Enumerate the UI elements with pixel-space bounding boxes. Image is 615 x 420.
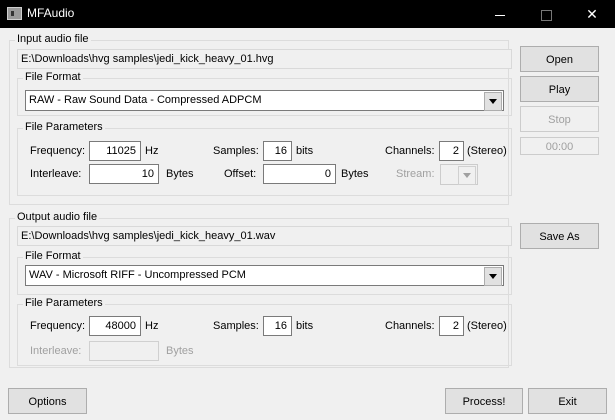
output-format-select[interactable]: WAV - Microsoft RIFF - Uncompressed PCM — [25, 265, 504, 286]
input-offset-unit: Bytes — [341, 168, 369, 180]
input-params-group — [17, 128, 512, 196]
maximize-button[interactable] — [523, 0, 569, 28]
input-stream-select — [440, 164, 478, 185]
open-button[interactable]: Open — [520, 46, 599, 72]
input-channels-field[interactable]: 2 — [439, 141, 464, 161]
output-channels-label: Channels: — [385, 320, 435, 332]
input-format-group-label: File Format — [23, 71, 83, 83]
play-button[interactable]: Play — [520, 76, 599, 102]
output-format-value: WAV - Microsoft RIFF - Uncompressed PCM — [29, 269, 246, 281]
stop-button: Stop — [520, 106, 599, 132]
options-button[interactable]: Options — [8, 388, 87, 414]
window-title: MFAudio — [27, 6, 75, 20]
close-icon: ✕ — [586, 6, 598, 22]
output-samples-label: Samples: — [213, 320, 259, 332]
output-audio-group-label: Output audio file — [15, 211, 100, 223]
app-icon — [7, 7, 22, 20]
input-frequency-unit: Hz — [145, 145, 159, 157]
input-interleave-field[interactable]: 10 — [89, 164, 159, 184]
output-interleave-field — [89, 341, 159, 361]
maximize-icon — [540, 9, 552, 21]
close-button[interactable]: ✕ — [569, 0, 615, 28]
output-frequency-unit: Hz — [145, 320, 159, 332]
output-format-group-label: File Format — [23, 250, 83, 262]
output-channels-note: (Stereo) — [467, 320, 507, 332]
save-as-button[interactable]: Save As — [520, 223, 599, 249]
output-params-group-label: File Parameters — [23, 297, 105, 309]
input-frequency-field[interactable]: 11025 — [89, 141, 141, 161]
input-samples-unit: bits — [296, 145, 314, 157]
output-path-field: E:\Downloads\hvg samples\jedi_kick_heavy… — [17, 226, 512, 246]
input-samples-label: Samples: — [213, 145, 259, 157]
input-frequency-label: Frequency: — [30, 145, 86, 157]
exit-button[interactable]: Exit — [528, 388, 607, 414]
input-stream-label: Stream: — [396, 168, 435, 180]
output-samples-unit: bits — [296, 320, 314, 332]
input-interleave-label: Interleave: — [30, 168, 82, 180]
output-channels-field[interactable]: 2 — [439, 316, 464, 336]
chevron-down-icon — [458, 166, 476, 185]
output-interleave-unit: Bytes — [166, 345, 194, 357]
input-params-group-label: File Parameters — [23, 121, 105, 133]
minimize-icon — [495, 14, 505, 16]
chevron-down-icon[interactable] — [484, 92, 502, 111]
title-bar[interactable]: MFAudio ✕ — [0, 0, 615, 28]
input-channels-label: Channels: — [385, 145, 435, 157]
minimize-button[interactable] — [477, 0, 523, 28]
input-offset-label: Offset: — [224, 168, 257, 180]
input-path-field: E:\Downloads\hvg samples\jedi_kick_heavy… — [17, 49, 512, 69]
output-samples-field[interactable]: 16 — [263, 316, 292, 336]
input-format-value: RAW - Raw Sound Data - Compressed ADPCM — [29, 94, 262, 106]
input-offset-field[interactable]: 0 — [263, 164, 336, 184]
time-display: 00:00 — [520, 137, 599, 155]
output-frequency-field[interactable]: 48000 — [89, 316, 141, 336]
output-interleave-label: Interleave: — [30, 345, 82, 357]
input-channels-note: (Stereo) — [467, 145, 507, 157]
input-format-select[interactable]: RAW - Raw Sound Data - Compressed ADPCM — [25, 90, 504, 111]
input-samples-field[interactable]: 16 — [263, 141, 292, 161]
input-interleave-unit: Bytes — [166, 168, 194, 180]
chevron-down-icon[interactable] — [484, 267, 502, 286]
input-audio-group-label: Input audio file — [15, 33, 91, 45]
output-frequency-label: Frequency: — [30, 320, 86, 332]
process-button[interactable]: Process! — [445, 388, 523, 414]
